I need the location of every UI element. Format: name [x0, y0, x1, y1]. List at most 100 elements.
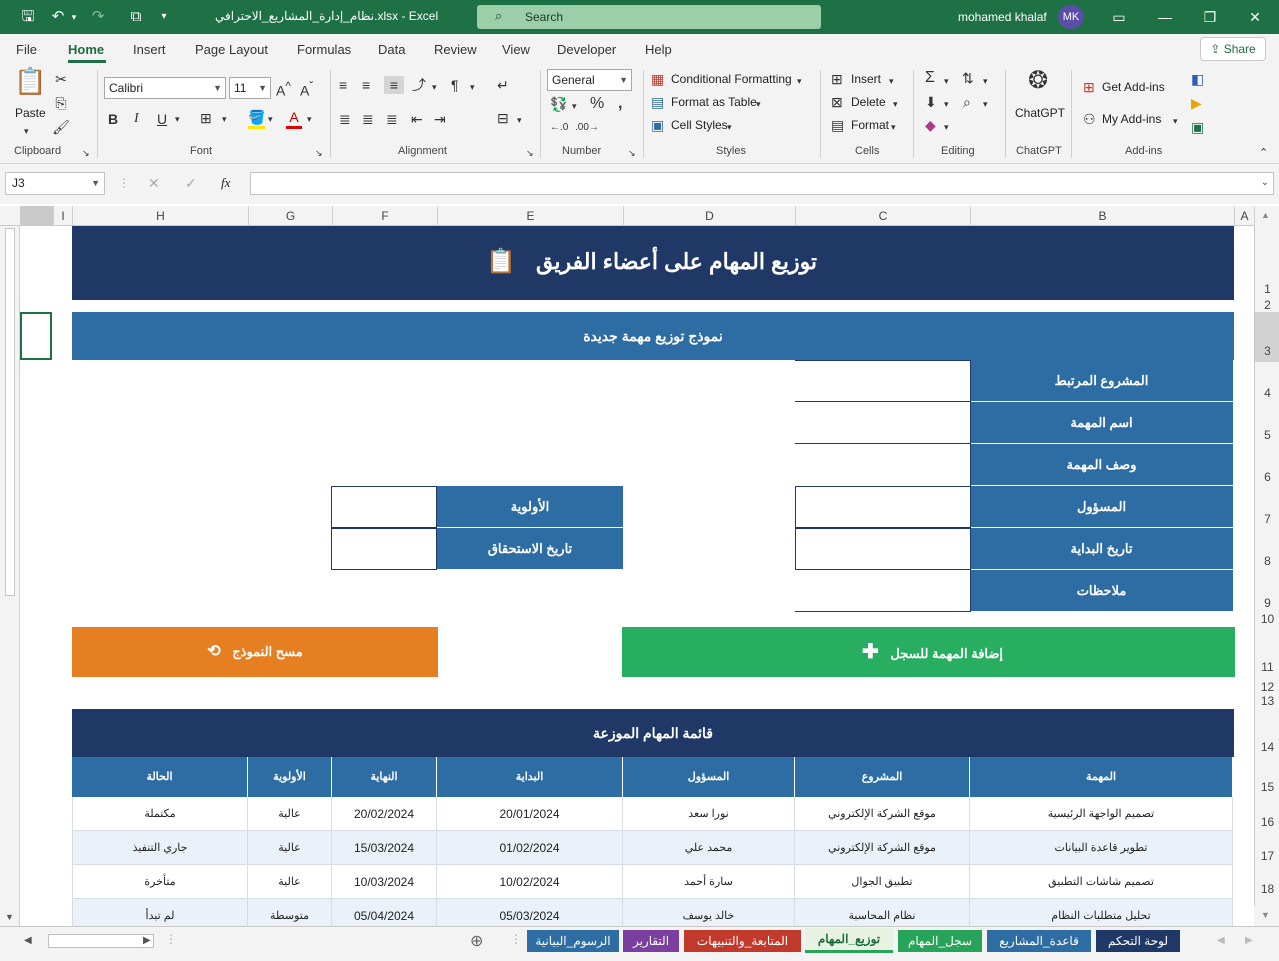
- horizontal-scroll-thumb[interactable]: [48, 934, 154, 948]
- delete-cells-button[interactable]: Delete: [851, 95, 886, 109]
- font-color-dropdown-icon[interactable]: ▾: [307, 110, 312, 128]
- scroll-up-icon[interactable]: ▲: [1261, 210, 1270, 220]
- table-cell[interactable]: 01/02/2024: [437, 831, 623, 865]
- clear-dropdown-icon[interactable]: ▾: [944, 118, 949, 136]
- table-cell[interactable]: تصميم شاشات التطبيق: [970, 865, 1233, 899]
- conditional-formatting-button[interactable]: Conditional Formatting: [671, 72, 792, 86]
- row-header-3[interactable]: 3: [1255, 312, 1279, 362]
- row-header-18[interactable]: 18: [1255, 882, 1279, 896]
- insert-cells-icon[interactable]: ⊞: [831, 70, 843, 88]
- clipboard-launcher-icon[interactable]: ↘: [82, 144, 90, 162]
- table-cell[interactable]: 10/03/2024: [332, 865, 437, 899]
- tab-scroll-right-icon[interactable]: ▶: [1245, 935, 1253, 946]
- sort-dropdown-icon[interactable]: ▾: [983, 72, 988, 90]
- formula-input[interactable]: ⌄: [250, 172, 1274, 195]
- collapse-ribbon-icon[interactable]: ⌃: [1259, 144, 1268, 162]
- sheet-tab-projects-db[interactable]: قاعدة_المشاريع: [987, 930, 1091, 952]
- fill-color-icon[interactable]: 🪣: [248, 108, 266, 129]
- table-cell[interactable]: لم تبدأ: [72, 899, 248, 926]
- tab-insert[interactable]: Insert: [133, 42, 166, 57]
- table-cell[interactable]: تطوير قاعدة البيانات: [970, 831, 1233, 865]
- table-cell[interactable]: متوسطة: [248, 899, 332, 926]
- tab-data[interactable]: Data: [378, 42, 405, 57]
- chatgpt-button[interactable]: ChatGPT: [1015, 106, 1065, 120]
- project-input[interactable]: [795, 360, 971, 402]
- rtl-icon[interactable]: ¶: [451, 76, 459, 94]
- row-header-4[interactable]: 4: [1255, 386, 1279, 400]
- row-header-11[interactable]: 11: [1255, 660, 1279, 674]
- row-header-17[interactable]: 17: [1255, 849, 1279, 863]
- addin-3-icon[interactable]: ▣: [1191, 118, 1204, 136]
- table-cell[interactable]: موقع الشركة الإلكتروني: [795, 797, 970, 831]
- worksheet[interactable]: 📋 توزيع المهام على أعضاء الفريق نموذج تو…: [20, 226, 1254, 926]
- column-header-d[interactable]: D: [623, 206, 795, 226]
- clear-form-button[interactable]: ⟲ مسح النموذج: [72, 627, 438, 677]
- my-addins-icon[interactable]: ⚇: [1083, 110, 1096, 128]
- align-left-icon[interactable]: ≣: [339, 110, 351, 128]
- comma-style-icon[interactable]: ,: [618, 95, 622, 113]
- row-header-12[interactable]: 12: [1255, 680, 1279, 694]
- column-header-g[interactable]: G: [248, 206, 332, 226]
- addin-2-icon[interactable]: ▶: [1191, 94, 1202, 112]
- table-cell[interactable]: خالد يوسف: [623, 899, 795, 926]
- table-cell[interactable]: متأخرة: [72, 865, 248, 899]
- close-icon[interactable]: ✕: [1244, 7, 1266, 27]
- column-header-c[interactable]: C: [795, 206, 970, 226]
- share-button[interactable]: ⇪ Share: [1200, 37, 1266, 61]
- paste-icon[interactable]: 📋: [14, 68, 46, 94]
- merge-center-icon[interactable]: ⊟: [497, 109, 509, 127]
- scroll-thumb[interactable]: [5, 228, 15, 596]
- table-cell[interactable]: تطبيق الجوال: [795, 865, 970, 899]
- decrease-decimal-icon[interactable]: .00→: [575, 119, 599, 137]
- start-date-input[interactable]: [795, 528, 971, 570]
- paste-dropdown-icon[interactable]: ▾: [24, 122, 29, 140]
- orientation-icon[interactable]: ⤴: [412, 76, 426, 94]
- borders-icon[interactable]: ⊞: [200, 109, 212, 127]
- row-header-9[interactable]: 9: [1255, 596, 1279, 610]
- get-addins-button[interactable]: Get Add-ins: [1102, 80, 1165, 94]
- tab-review[interactable]: Review: [434, 42, 477, 57]
- table-cell[interactable]: عالية: [248, 865, 332, 899]
- cut-icon[interactable]: ✂: [52, 70, 70, 88]
- bold-button[interactable]: B: [108, 110, 118, 128]
- align-center-icon[interactable]: ≣: [362, 110, 374, 128]
- font-launcher-icon[interactable]: ↘: [315, 144, 323, 162]
- table-cell[interactable]: عالية: [248, 797, 332, 831]
- column-header-f[interactable]: F: [332, 206, 437, 226]
- column-header-a[interactable]: A: [1234, 206, 1254, 226]
- table-cell[interactable]: محمد علي: [623, 831, 795, 865]
- font-size-select[interactable]: 11 ▼: [229, 77, 271, 99]
- ribbon-display-icon[interactable]: ▭: [1108, 7, 1130, 27]
- scroll-left-icon[interactable]: ◀: [24, 935, 32, 946]
- user-name[interactable]: mohamed khalaf: [958, 10, 1047, 24]
- borders-dropdown-icon[interactable]: ▾: [222, 110, 227, 128]
- font-name-select[interactable]: Calibri ▼: [104, 77, 226, 99]
- column-header-e[interactable]: E: [437, 206, 623, 226]
- column-header-i[interactable]: I: [53, 206, 72, 226]
- find-select-icon[interactable]: ⌕: [963, 93, 971, 111]
- addin-1-icon[interactable]: ◧: [1191, 70, 1204, 88]
- cancel-icon[interactable]: ✕: [148, 175, 160, 192]
- search-box[interactable]: ⌕ Search: [477, 5, 821, 29]
- conditional-formatting-icon[interactable]: ▦: [651, 70, 664, 88]
- fill-icon[interactable]: ⬇: [925, 93, 937, 111]
- description-input[interactable]: [795, 444, 971, 486]
- insert-function-button[interactable]: fx: [221, 175, 230, 191]
- tab-view[interactable]: View: [502, 42, 530, 57]
- delete-cells-icon[interactable]: ⊠: [831, 93, 843, 111]
- autosum-dropdown-icon[interactable]: ▾: [944, 72, 949, 90]
- table-cell[interactable]: عالية: [248, 831, 332, 865]
- active-cell[interactable]: [20, 312, 52, 360]
- table-cell[interactable]: نظام المحاسبة: [795, 899, 970, 926]
- row-header-16[interactable]: 16: [1255, 815, 1279, 829]
- format-as-table-icon[interactable]: ▤: [651, 93, 664, 111]
- my-addins-dropdown-icon[interactable]: ▾: [1173, 112, 1178, 130]
- avatar[interactable]: MK: [1058, 5, 1084, 29]
- priority-input[interactable]: [331, 486, 437, 528]
- number-launcher-icon[interactable]: ↘: [628, 144, 636, 162]
- row-header-7[interactable]: 7: [1255, 512, 1279, 526]
- sort-filter-icon[interactable]: ⇅: [962, 69, 974, 87]
- column-header-h[interactable]: H: [72, 206, 248, 226]
- table-cell[interactable]: 20/01/2024: [437, 797, 623, 831]
- row-header-10[interactable]: 10: [1255, 612, 1279, 626]
